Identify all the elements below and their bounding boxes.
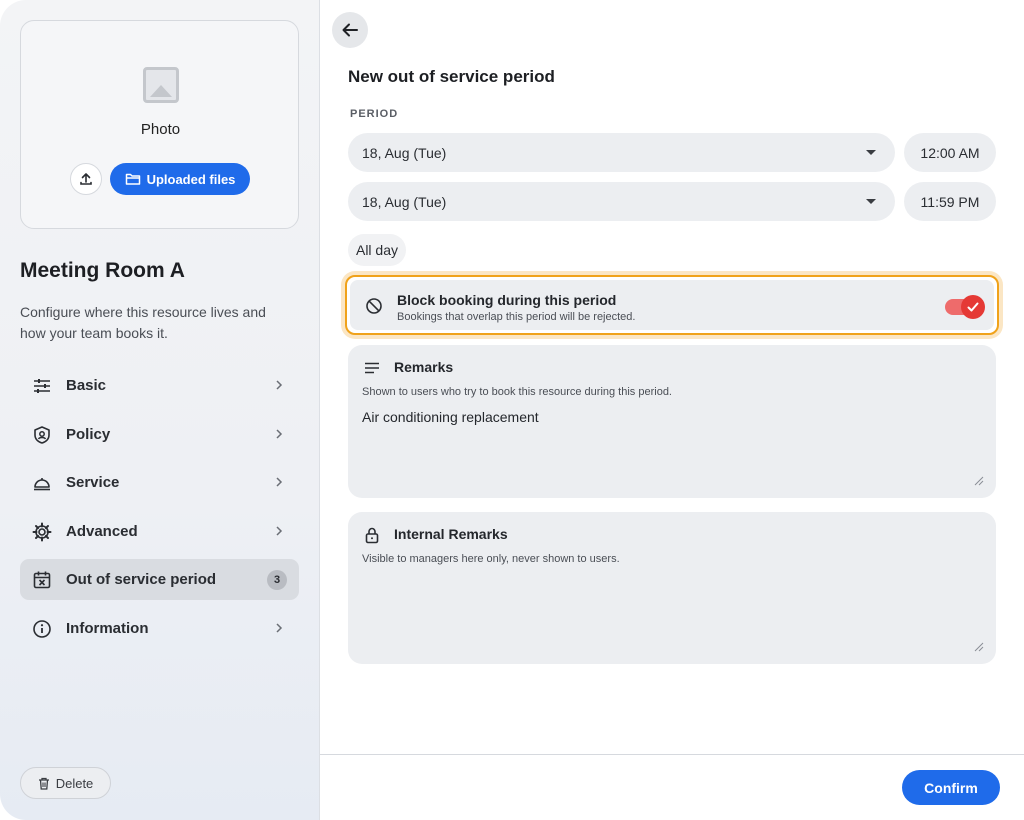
back-button[interactable]	[332, 12, 368, 48]
start-time-field[interactable]: 12:00 AM	[904, 133, 996, 172]
chevron-right-icon	[276, 380, 283, 390]
dialog-window: Photo Uploaded files Meeting Room A Conf…	[0, 0, 1024, 820]
nav-label: Service	[66, 474, 120, 491]
check-icon	[961, 295, 985, 319]
nav-item-information[interactable]: Information	[20, 608, 299, 649]
text-lines-icon	[365, 362, 379, 374]
delete-label: Delete	[55, 775, 94, 791]
info-icon	[33, 619, 51, 638]
nav-item-basic[interactable]: Basic	[20, 365, 299, 406]
lock-icon	[365, 527, 379, 544]
internal-remarks-card[interactable]: Internal Remarks Visible to managers her…	[348, 512, 996, 664]
remarks-subtitle: Shown to users who try to book this reso…	[362, 386, 672, 398]
nav-item-policy[interactable]: Policy	[20, 414, 299, 455]
resource-description: Configure where this resource lives and …	[20, 304, 266, 341]
sliders-icon	[34, 379, 50, 393]
page-title: New out of service period	[348, 67, 555, 86]
uploaded-files-button[interactable]: Uploaded files	[110, 163, 250, 195]
delete-button[interactable]: Delete	[20, 767, 111, 799]
remarks-card[interactable]: Remarks Shown to users who try to book t…	[348, 345, 996, 498]
resize-grip-icon[interactable]	[974, 642, 984, 652]
block-booking-panel: Block booking during this period Booking…	[350, 280, 994, 330]
nav-item-service[interactable]: Service	[20, 462, 299, 503]
nav-item-advanced[interactable]: Advanced	[20, 511, 299, 552]
upload-button[interactable]	[70, 163, 102, 195]
photo-label: Photo	[140, 121, 181, 138]
block-booking-toggle[interactable]	[945, 295, 985, 319]
main-panel: New out of service period PERIOD 18, Aug…	[320, 0, 1024, 820]
gear-icon	[32, 522, 52, 541]
service-bell-icon	[34, 478, 50, 491]
nav-label: Advanced	[66, 522, 138, 540]
footer-divider	[320, 754, 1024, 755]
caret-down-icon	[866, 199, 876, 204]
resource-title: Meeting Room A	[20, 259, 185, 282]
image-placeholder-icon	[143, 67, 179, 103]
upload-icon	[80, 173, 92, 185]
end-date-value: 18, Aug (Tue)	[362, 193, 447, 210]
resize-grip-icon[interactable]	[974, 476, 984, 486]
block-booking-title: Block booking during this period	[397, 292, 617, 308]
chevron-right-icon	[276, 428, 283, 439]
folder-icon	[125, 173, 140, 185]
chevron-right-icon	[276, 525, 283, 536]
calendar-x-icon	[33, 571, 51, 589]
trash-icon	[38, 777, 49, 790]
sidebar: Photo Uploaded files Meeting Room A Conf…	[0, 0, 320, 820]
internal-remarks-subtitle: Visible to managers here only, never sho…	[362, 553, 620, 565]
remarks-title: Remarks	[394, 359, 454, 375]
period-section-label: PERIOD	[350, 108, 399, 120]
uploaded-files-label: Uploaded files	[146, 171, 236, 187]
settings-nav: Basic Policy Service Advanced Out of ser…	[20, 365, 299, 656]
nav-label: Information	[66, 619, 149, 637]
nav-label: Policy	[66, 425, 111, 443]
photo-card: Photo Uploaded files	[20, 20, 299, 229]
all-day-toggle-chip[interactable]: All day	[348, 234, 406, 266]
nav-item-out-of-service-period[interactable]: Out of service period 3	[20, 559, 299, 600]
internal-remarks-title: Internal Remarks	[394, 526, 508, 542]
remarks-textarea[interactable]: Air conditioning replacement	[362, 409, 539, 425]
confirm-button[interactable]: Confirm	[902, 770, 1000, 805]
block-booking-subtitle: Bookings that overlap this period will b…	[397, 311, 636, 323]
count-badge: 3	[267, 570, 287, 590]
block-icon	[366, 298, 382, 314]
chevron-right-icon	[276, 477, 283, 487]
start-date-select[interactable]: 18, Aug (Tue)	[348, 133, 895, 172]
end-date-select[interactable]: 18, Aug (Tue)	[348, 182, 895, 221]
chevron-right-icon	[276, 622, 283, 633]
block-booking-row[interactable]: Block booking during this period Booking…	[345, 275, 999, 335]
shield-icon	[34, 425, 50, 444]
nav-label: Out of service period	[66, 571, 217, 588]
start-date-value: 18, Aug (Tue)	[362, 144, 447, 161]
nav-label: Basic	[66, 377, 107, 394]
caret-down-icon	[866, 150, 876, 155]
end-time-field[interactable]: 11:59 PM	[904, 182, 996, 221]
arrow-left-icon	[342, 23, 358, 37]
